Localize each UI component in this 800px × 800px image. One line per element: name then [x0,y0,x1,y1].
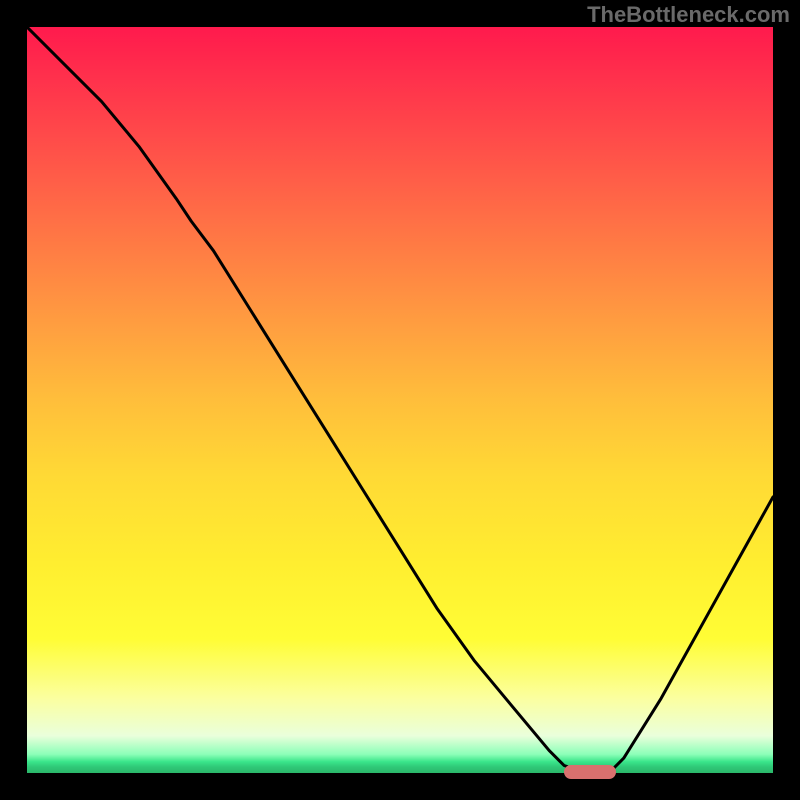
watermark-text: TheBottleneck.com [587,2,790,28]
bottleneck-curve-line [27,27,773,773]
bottleneck-curve-svg [27,27,773,773]
chart-container: TheBottleneck.com [0,0,800,800]
minimum-marker [564,765,616,779]
